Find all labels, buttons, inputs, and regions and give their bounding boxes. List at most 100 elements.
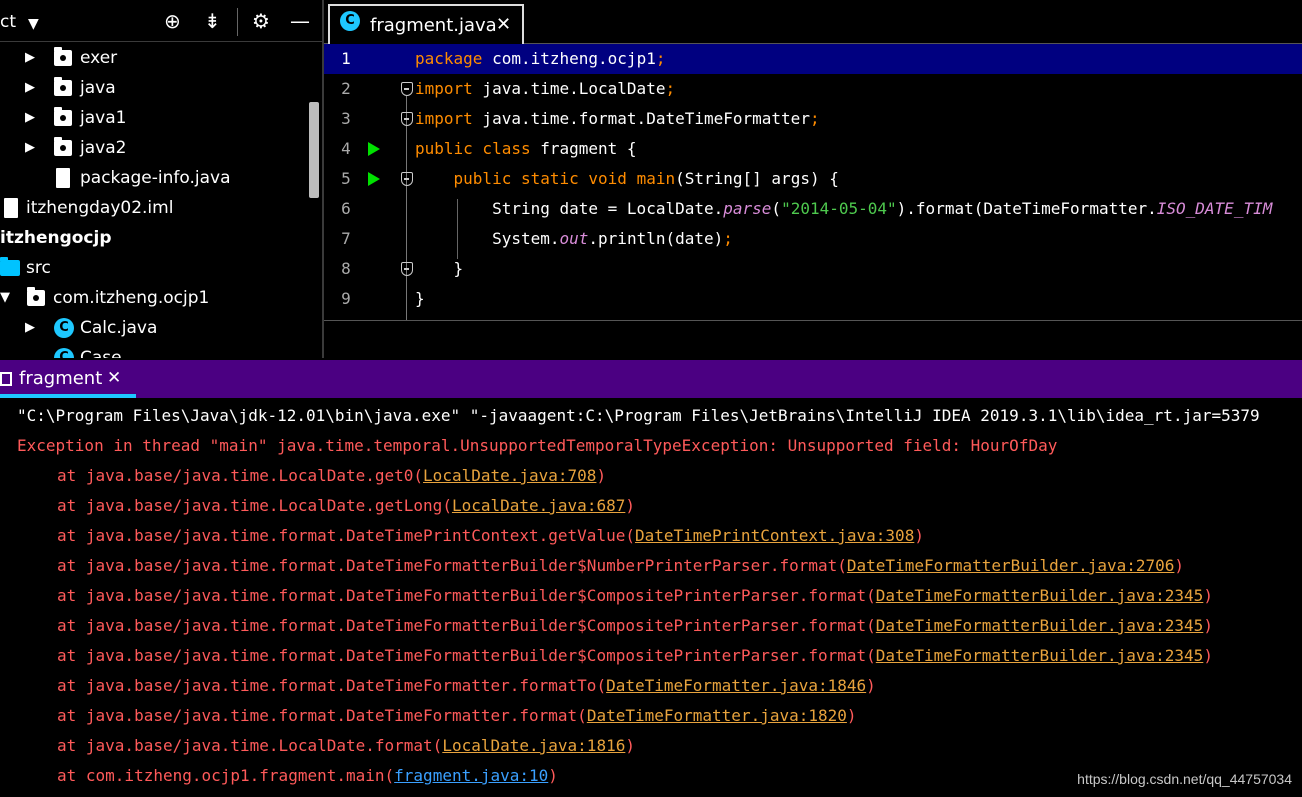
- project-scrollbar[interactable]: [309, 102, 319, 198]
- code-token: com.itzheng.ocjp1: [482, 49, 656, 68]
- stack-frame-close-paren: ): [1203, 616, 1213, 635]
- tree-item-label: exer: [80, 48, 118, 68]
- collapse-all-icon[interactable]: ⇟: [204, 9, 221, 33]
- stack-frame-method: at java.base/java.time.format.DateTimeFo…: [57, 586, 876, 605]
- source-link[interactable]: LocalDate.java:1816: [442, 736, 625, 755]
- locate-file-icon[interactable]: ⊕: [164, 9, 181, 33]
- editor-panel: C fragment.java ✕ 1 package com.itzheng.o…: [322, 0, 1302, 358]
- line-number[interactable]: 4: [324, 134, 368, 164]
- source-link[interactable]: DateTimeFormatterBuilder.java:2345: [876, 646, 1204, 665]
- run-tool-window-header: fragment ✕: [0, 360, 1302, 398]
- code-token: import: [415, 109, 473, 128]
- editor-bottom-border: [324, 320, 1302, 321]
- line-number[interactable]: 3: [324, 104, 368, 134]
- stack-frame-close-paren: ): [1174, 556, 1185, 575]
- console-output[interactable]: "C:\Program Files\Java\jdk-12.01\bin\jav…: [0, 400, 1302, 797]
- chevron-down-icon[interactable]: ▼: [0, 283, 10, 313]
- source-link[interactable]: DateTimePrintContext.java:308: [635, 526, 914, 545]
- line-number[interactable]: 7: [324, 224, 368, 254]
- source-link[interactable]: LocalDate.java:708: [423, 466, 596, 485]
- stack-frame: at java.base/java.time.format.DateTimeFo…: [17, 581, 1213, 611]
- source-link[interactable]: DateTimeFormatterBuilder.java:2345: [876, 586, 1204, 605]
- run-tab-fragment[interactable]: fragment ✕: [0, 360, 136, 398]
- code-token: }: [415, 289, 425, 308]
- code-token: System.: [415, 229, 560, 248]
- code-line[interactable]: 3 import java.time.format.DateTimeFormatt…: [324, 104, 1302, 134]
- project-view-title[interactable]: ct: [0, 12, 16, 32]
- code-line[interactable]: 7 System.out.println(date);: [324, 224, 1302, 254]
- code-area[interactable]: 1 package com.itzheng.ocjp1; 2 import java.…: [324, 44, 1302, 320]
- stack-frame: at java.base/java.time.format.DateTimeFo…: [17, 611, 1213, 641]
- source-link[interactable]: DateTimeFormatter.java:1820: [587, 706, 847, 725]
- code-token: (String[] args) {: [675, 169, 839, 188]
- header-separator: [237, 8, 238, 36]
- class-icon: C: [54, 318, 74, 338]
- stack-frame-close-paren: ): [866, 676, 876, 695]
- code-line[interactable]: 5 public static void main(String[] args)…: [324, 164, 1302, 194]
- code-line[interactable]: 6 String date = LocalDate.parse("2014-05…: [324, 194, 1302, 224]
- code-line[interactable]: 8 }: [324, 254, 1302, 284]
- source-link[interactable]: fragment.java:10: [394, 766, 548, 785]
- stack-frame: at com.itzheng.ocjp1.fragment.main(fragm…: [17, 761, 558, 791]
- source-link[interactable]: DateTimeFormatter.java:1846: [606, 676, 866, 695]
- line-number[interactable]: 1: [324, 44, 368, 74]
- run-gutter-icon[interactable]: [368, 172, 380, 186]
- java-file-icon: [56, 168, 70, 188]
- code-line[interactable]: 4 public class fragment {: [324, 134, 1302, 164]
- stack-frame-method: at java.base/java.time.format.DateTimeFo…: [57, 646, 876, 665]
- code-token: main: [636, 169, 676, 188]
- fold-marker-icon[interactable]: [401, 172, 413, 186]
- code-line[interactable]: 2 import java.time.LocalDate;: [324, 74, 1302, 104]
- source-link[interactable]: DateTimeFormatterBuilder.java:2706: [847, 556, 1175, 575]
- stack-frame-method: at java.base/java.time.format.DateTimeFo…: [57, 616, 876, 635]
- run-gutter-icon[interactable]: [368, 142, 380, 156]
- fold-marker-icon[interactable]: [401, 262, 413, 276]
- stack-frame: at java.base/java.time.LocalDate.get0(Lo…: [17, 461, 606, 491]
- close-icon[interactable]: ✕: [496, 14, 511, 35]
- chevron-right-icon[interactable]: ▶: [25, 73, 35, 103]
- code-token: "2014-05-04": [781, 199, 897, 218]
- close-icon[interactable]: ✕: [107, 368, 121, 388]
- code-token: String date = LocalDate.: [415, 199, 724, 218]
- source-link[interactable]: DateTimeFormatterBuilder.java:2345: [876, 616, 1204, 635]
- code-token: package: [415, 49, 483, 68]
- fold-marker-icon[interactable]: [401, 82, 413, 96]
- line-number[interactable]: 9: [324, 284, 368, 314]
- code-line[interactable]: 9}: [324, 284, 1302, 314]
- view-dropdown-icon[interactable]: ▼: [28, 12, 39, 36]
- editor-tab-fragment[interactable]: C fragment.java ✕: [328, 4, 524, 44]
- project-header: ct ▼ ⊕ ⇟ ⚙ —: [0, 0, 322, 42]
- stack-frame-close-paren: ): [625, 736, 635, 755]
- chevron-right-icon[interactable]: ▶: [25, 103, 35, 133]
- code-token: ;: [809, 109, 820, 128]
- source-link[interactable]: LocalDate.java:687: [452, 496, 625, 515]
- stack-frame-method: at com.itzheng.ocjp1.fragment.main(: [57, 766, 395, 785]
- tree-item-label: itzhengday02.iml: [26, 198, 174, 218]
- hide-panel-icon[interactable]: —: [290, 9, 310, 33]
- line-number[interactable]: 2: [324, 74, 368, 104]
- folder-icon: [54, 107, 72, 126]
- fold-marker-icon[interactable]: [401, 112, 413, 126]
- chevron-right-icon[interactable]: ▶: [25, 313, 35, 343]
- code-token: ;: [665, 79, 676, 98]
- code-text: public static void main(String[] args) {: [415, 164, 839, 194]
- stack-frame-close-paren: ): [548, 766, 558, 785]
- gear-icon[interactable]: ⚙: [252, 9, 270, 33]
- line-number[interactable]: 6: [324, 194, 368, 224]
- line-number[interactable]: 8: [324, 254, 368, 284]
- chevron-right-icon[interactable]: ▶: [25, 43, 35, 73]
- line-number[interactable]: 5: [324, 164, 368, 194]
- code-text: import java.time.LocalDate;: [415, 74, 675, 104]
- code-token: out: [559, 229, 589, 248]
- stack-frame-method: at java.base/java.time.LocalDate.get0(: [57, 466, 424, 485]
- chevron-right-icon[interactable]: ▶: [25, 133, 35, 163]
- tree-item-label: package-info.java: [80, 168, 231, 188]
- folder-icon: [54, 47, 72, 66]
- tree-item-label: java1: [80, 108, 127, 128]
- stack-frame-close-paren: ): [596, 466, 607, 485]
- code-token: .println(date): [588, 229, 724, 248]
- code-line[interactable]: 1 package com.itzheng.ocjp1;: [324, 44, 1302, 74]
- stack-frame: at java.base/java.time.format.DateTimeFo…: [17, 671, 876, 701]
- code-text: }: [415, 254, 464, 284]
